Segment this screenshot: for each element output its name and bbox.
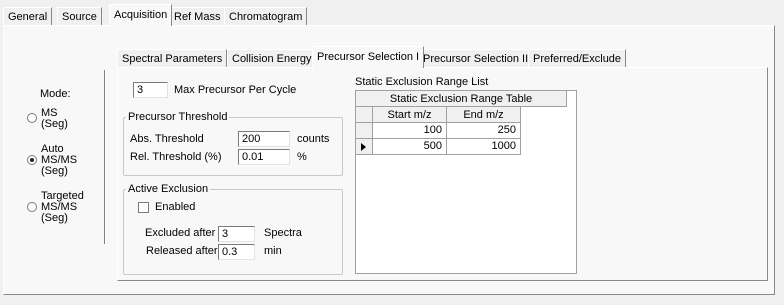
abs-threshold-label: Abs. Threshold xyxy=(130,133,204,145)
tab-precursor-selection-2[interactable]: Precursor Selection II xyxy=(418,49,534,67)
column-header-start-mz[interactable]: Start m/z xyxy=(373,107,447,123)
released-after-unit: min xyxy=(264,245,282,257)
table-cell-end[interactable]: 250 xyxy=(447,123,521,139)
max-precursor-input[interactable]: 3 xyxy=(133,82,168,98)
tab-general[interactable]: General xyxy=(3,7,53,25)
excluded-after-input[interactable]: 3 xyxy=(218,226,255,242)
mode-auto-msms-radio[interactable] xyxy=(27,155,37,165)
precursor-threshold-group xyxy=(123,117,343,176)
tab-collision-energy[interactable]: Collision Energy xyxy=(227,49,317,67)
static-exclusion-list-label: Static Exclusion Range List xyxy=(355,76,489,88)
rel-threshold-input[interactable]: 0.01 xyxy=(238,149,290,165)
column-header-end-mz[interactable]: End m/z xyxy=(447,107,521,123)
abs-threshold-unit: counts xyxy=(297,133,330,145)
table-cell-start[interactable]: 100 xyxy=(373,123,447,139)
tab-spectral-parameters[interactable]: Spectral Parameters xyxy=(117,49,228,67)
rel-threshold-unit: % xyxy=(297,151,307,163)
precursor-threshold-title: Precursor Threshold xyxy=(126,111,230,123)
excluded-after-unit: Spectra xyxy=(264,227,302,239)
grid-corner-header xyxy=(356,107,373,123)
tab-acquisition[interactable]: Acquisition xyxy=(109,4,173,26)
max-precursor-label: Max Precursor Per Cycle xyxy=(174,84,297,96)
static-exclusion-table-caption: Static Exclusion Range Table xyxy=(356,91,567,107)
current-row-arrow-icon xyxy=(361,143,366,151)
mode-label: Mode: xyxy=(40,88,71,100)
released-after-label: Released after xyxy=(146,245,218,257)
row-header-current[interactable] xyxy=(356,139,373,155)
mode-targeted-msms-radio[interactable] xyxy=(27,202,37,212)
tab-preferred-exclude[interactable]: Preferred/Exclude xyxy=(528,49,627,67)
table-cell-end[interactable]: 1000 xyxy=(447,139,521,155)
tab-ref-mass[interactable]: Ref Mass xyxy=(169,7,226,25)
mode-separator xyxy=(104,70,106,244)
tab-precursor-selection-1[interactable]: Precursor Selection I xyxy=(312,46,425,68)
mode-auto-msms-label[interactable]: Auto MS/MS (Seg) xyxy=(41,144,77,177)
enabled-checkbox[interactable] xyxy=(138,202,149,213)
tab-chromatogram[interactable]: Chromatogram xyxy=(224,7,308,25)
table-cell-start[interactable]: 500 xyxy=(373,139,447,155)
mode-ms-seg-radio[interactable] xyxy=(27,113,37,123)
mode-ms-seg-label[interactable]: MS (Seg) xyxy=(41,108,68,130)
excluded-after-label: Excluded after xyxy=(145,227,216,239)
active-exclusion-title: Active Exclusion xyxy=(126,183,211,195)
tab-source[interactable]: Source xyxy=(57,7,102,25)
mode-targeted-msms-label[interactable]: Targeted MS/MS (Seg) xyxy=(41,191,84,224)
abs-threshold-input[interactable]: 200 xyxy=(238,131,290,147)
released-after-input[interactable]: 0.3 xyxy=(218,244,255,260)
row-header[interactable] xyxy=(356,123,373,139)
rel-threshold-label: Rel. Threshold (%) xyxy=(130,151,222,163)
enabled-label[interactable]: Enabled xyxy=(155,201,195,214)
